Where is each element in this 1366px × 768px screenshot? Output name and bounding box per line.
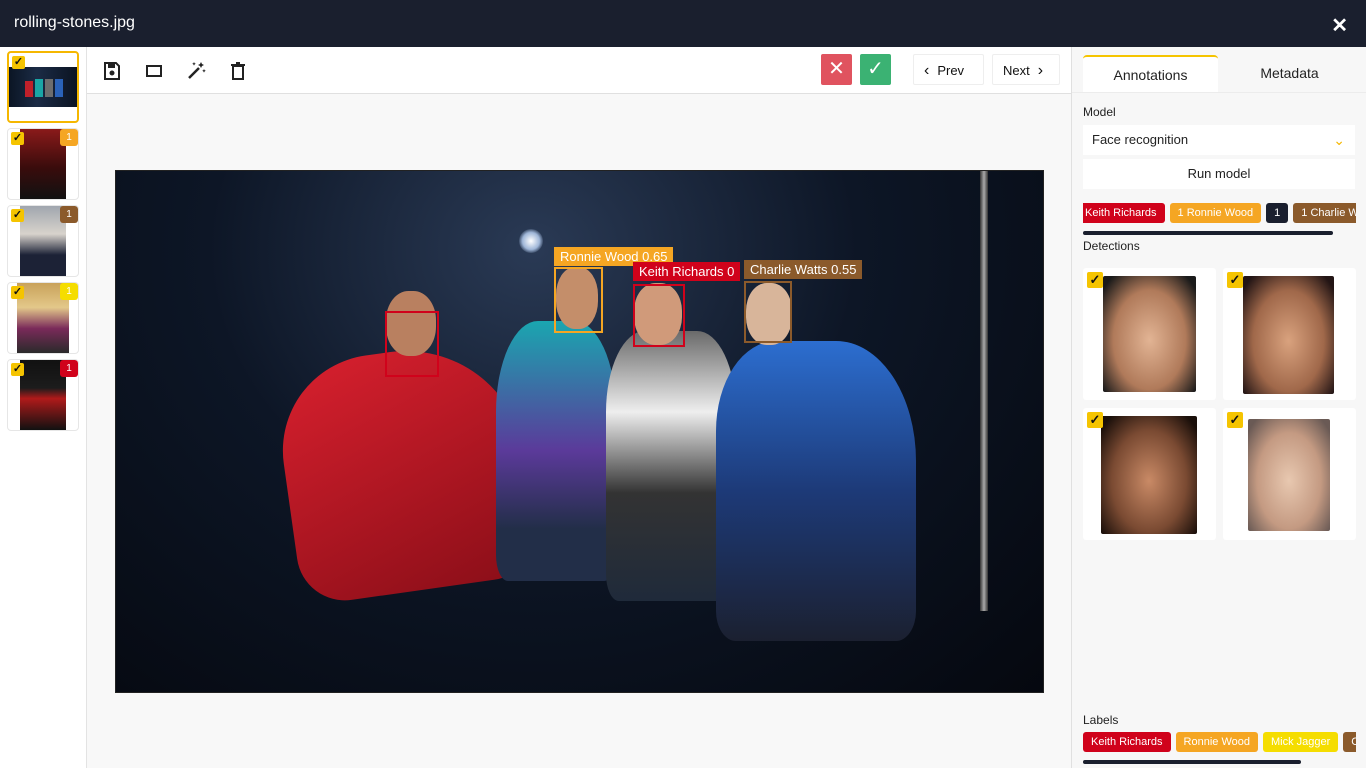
detection-card[interactable]: ✓	[1223, 408, 1356, 540]
thumbnail-charlie-watts[interactable]: ✓ 1	[7, 205, 79, 277]
count-badge: 1	[60, 206, 78, 223]
stage-pole	[980, 171, 988, 611]
image-list-sidebar: ✓ ✓ 1 ✓ 1 ✓ 1 ✓ 1	[0, 47, 87, 768]
figure-blue-shirt	[716, 341, 916, 641]
tab-annotations[interactable]: Annotations	[1083, 55, 1218, 92]
label-chip[interactable]: Keith Richards	[1083, 732, 1171, 752]
bbox-charlie-watts[interactable]	[744, 281, 792, 343]
detection-card[interactable]: ✓	[1223, 268, 1356, 400]
title-bar: rolling-stones.jpg ✕	[0, 0, 1366, 47]
thumbnail-keith-richards[interactable]: ✓ 1	[7, 359, 79, 431]
checkbox-checked-icon[interactable]: ✓	[11, 286, 24, 299]
result-chips: Keith Richards1 Ronnie Wood11 Charlie Wa…	[1083, 203, 1356, 223]
model-select[interactable]: Face recognition ⌄	[1083, 125, 1355, 155]
checkbox-checked-icon[interactable]: ✓	[11, 363, 24, 376]
chevron-down-icon: ⌄	[1333, 132, 1345, 148]
next-button[interactable]: Next ›	[992, 54, 1060, 85]
label-chip[interactable]: Mick Jagger	[1263, 732, 1339, 752]
count-badge: 1	[60, 283, 78, 300]
save-icon[interactable]	[100, 59, 124, 83]
result-chip[interactable]: 1 Charlie Watts	[1293, 203, 1356, 223]
editor-toolbar: ✕ ✓ ‹ Prev Next ›	[87, 47, 1071, 94]
checkbox-checked-icon[interactable]: ✓	[1087, 272, 1103, 288]
face-crop-image	[1103, 276, 1196, 392]
checkbox-checked-icon[interactable]: ✓	[12, 56, 25, 69]
close-icon[interactable]: ✕	[1331, 13, 1348, 38]
stage-light	[519, 229, 543, 253]
bbox-ronnie-wood[interactable]	[554, 267, 603, 333]
next-label: Next	[1003, 63, 1030, 78]
thumbnail-rolling-stones[interactable]: ✓	[7, 51, 79, 123]
figure-teal-jacket	[496, 321, 616, 581]
figure-shape	[35, 79, 43, 97]
labels-label: Labels	[1083, 713, 1119, 727]
image-canvas[interactable]: Ronnie Wood 0.65 Keith Richards 0 Charli…	[87, 94, 1071, 768]
model-select-value: Face recognition	[1092, 132, 1189, 147]
prev-label: Prev	[937, 63, 965, 78]
face-crop-image	[1243, 276, 1334, 394]
count-badge: 1	[60, 360, 78, 377]
tab-divider	[1072, 92, 1366, 93]
figure-shape	[25, 81, 33, 97]
labels-scrollbar[interactable]	[1083, 760, 1301, 764]
result-chip[interactable]: Keith Richards	[1083, 203, 1165, 223]
checkbox-checked-icon[interactable]: ✓	[1087, 412, 1103, 428]
prev-button[interactable]: ‹ Prev	[913, 54, 984, 85]
detection-card[interactable]: ✓	[1083, 408, 1216, 540]
face-crop-image	[1248, 419, 1330, 531]
accept-button[interactable]: ✓	[860, 54, 891, 85]
bbox-label: Keith Richards 0	[633, 262, 741, 281]
chevron-left-icon: ‹	[924, 62, 930, 79]
count-badge: 1	[60, 129, 78, 146]
checkbox-checked-icon[interactable]: ✓	[1227, 272, 1243, 288]
checkbox-checked-icon[interactable]: ✓	[1227, 412, 1243, 428]
thumbnail-ronnie-wood[interactable]: ✓ 1	[7, 128, 79, 200]
model-label: Model	[1083, 105, 1116, 119]
detections-label: Detections	[1083, 239, 1140, 253]
detection-card[interactable]: ✓	[1083, 268, 1216, 400]
figure-shape	[55, 79, 63, 97]
bbox-keith-richards[interactable]	[633, 284, 685, 347]
face-crop-image	[1101, 416, 1197, 534]
trash-icon[interactable]	[226, 59, 250, 83]
chips-scrollbar[interactable]	[1083, 231, 1333, 235]
tab-metadata[interactable]: Metadata	[1222, 55, 1357, 92]
label-chip[interactable]: Charlie Watts	[1343, 732, 1356, 752]
annotation-panel: Annotations Metadata Model Face recognit…	[1071, 47, 1366, 768]
bbox-label: Charlie Watts 0.55	[744, 260, 863, 279]
checkbox-checked-icon[interactable]: ✓	[11, 132, 24, 145]
result-chip[interactable]: 1	[1266, 203, 1289, 223]
reject-button[interactable]: ✕	[821, 54, 852, 85]
result-chip[interactable]: 1 Ronnie Wood	[1169, 203, 1262, 223]
label-chips: Keith RichardsRonnie WoodMick Jagger Char…	[1083, 732, 1356, 752]
label-chip[interactable]: Ronnie Wood	[1175, 732, 1258, 752]
figure-shape	[45, 79, 53, 97]
run-model-button[interactable]: Run model	[1083, 159, 1355, 189]
chevron-right-icon: ›	[1037, 62, 1044, 79]
window-title: rolling-stones.jpg	[14, 14, 135, 31]
rectangle-icon[interactable]	[142, 59, 166, 83]
checkbox-checked-icon[interactable]: ✓	[11, 209, 24, 222]
magic-wand-icon[interactable]	[184, 59, 208, 83]
bbox-mick-jagger[interactable]	[385, 311, 439, 377]
thumbnail-mick-jagger[interactable]: ✓ 1	[7, 282, 79, 354]
main-photo[interactable]: Ronnie Wood 0.65 Keith Richards 0 Charli…	[115, 170, 1044, 693]
